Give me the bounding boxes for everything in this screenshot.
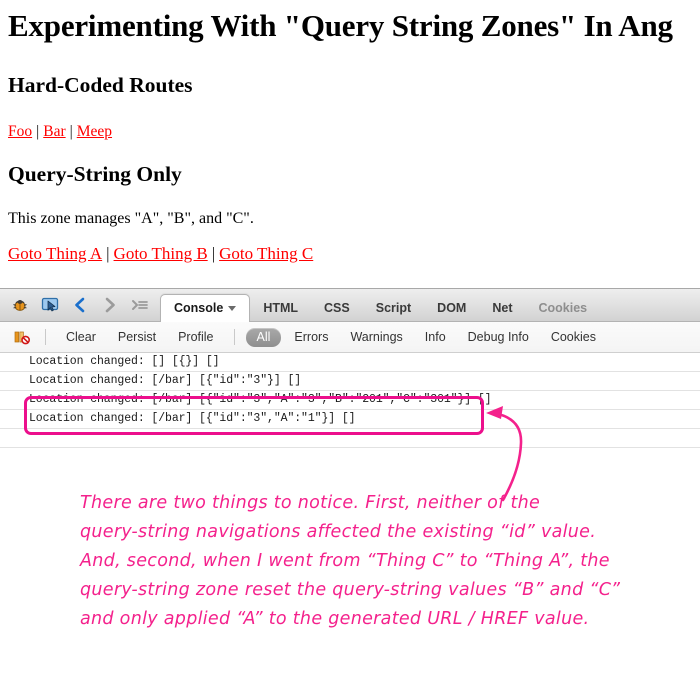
tab-console-label: Console bbox=[174, 301, 224, 315]
tab-html[interactable]: HTML bbox=[250, 295, 311, 321]
console-log-row-empty[interactable] bbox=[0, 429, 700, 448]
forward-arrow-icon[interactable] bbox=[96, 292, 124, 318]
break-on-error-icon[interactable] bbox=[8, 324, 36, 350]
zone-description: This zone manages "A", "B", and "C". bbox=[8, 210, 254, 227]
filter-info-button[interactable]: Info bbox=[414, 330, 457, 344]
tab-dom[interactable]: DOM bbox=[424, 295, 479, 321]
tab-net[interactable]: Net bbox=[479, 295, 525, 321]
link-foo[interactable]: Foo bbox=[8, 123, 32, 140]
tab-cookies[interactable]: Cookies bbox=[526, 295, 601, 321]
firebug-tab-bar: Console HTML CSS Script DOM Net Cookies bbox=[0, 289, 700, 322]
link-separator: | bbox=[211, 244, 216, 263]
back-arrow-icon[interactable] bbox=[66, 292, 94, 318]
console-persist-button[interactable]: Persist bbox=[107, 330, 167, 344]
filter-errors-button[interactable]: Errors bbox=[283, 330, 339, 344]
query-string-zone-links: Goto Thing A | Goto Thing B | Goto Thing C bbox=[8, 245, 313, 263]
link-bar[interactable]: Bar bbox=[43, 123, 65, 140]
console-log-list[interactable]: Location changed: [] [{}] [] Location ch… bbox=[0, 353, 700, 448]
page-title: Experimenting With "Query String Zones" … bbox=[8, 8, 673, 43]
link-goto-thing-c[interactable]: Goto Thing C bbox=[219, 244, 313, 263]
link-meep[interactable]: Meep bbox=[77, 123, 112, 140]
hard-coded-route-links: Foo | Bar | Meep bbox=[8, 123, 112, 141]
firebug-panel: Console HTML CSS Script DOM Net Cookies … bbox=[0, 288, 700, 683]
firebug-tabs: Console HTML CSS Script DOM Net Cookies bbox=[160, 289, 601, 322]
option-divider bbox=[233, 329, 235, 345]
link-separator: | bbox=[36, 123, 40, 140]
firebug-bug-icon[interactable] bbox=[6, 292, 34, 318]
filter-warnings-button[interactable]: Warnings bbox=[339, 330, 413, 344]
link-goto-thing-b[interactable]: Goto Thing B bbox=[114, 244, 208, 263]
chevron-down-icon[interactable] bbox=[228, 306, 237, 312]
firebug-icon-group bbox=[0, 289, 154, 321]
link-separator: | bbox=[106, 244, 110, 263]
heading-hard-coded-routes: Hard-Coded Routes bbox=[8, 73, 193, 97]
link-goto-thing-a[interactable]: Goto Thing A bbox=[8, 244, 102, 263]
filter-debug-info-button[interactable]: Debug Info bbox=[457, 330, 540, 344]
tab-console[interactable]: Console bbox=[160, 294, 251, 322]
console-clear-button[interactable]: Clear bbox=[55, 330, 107, 344]
link-separator: | bbox=[69, 123, 73, 140]
tab-css[interactable]: CSS bbox=[311, 295, 363, 321]
jump-to-icon[interactable] bbox=[126, 292, 154, 318]
console-log-row[interactable]: Location changed: [] [{}] [] bbox=[0, 353, 700, 372]
tab-script[interactable]: Script bbox=[363, 295, 424, 321]
console-log-row[interactable]: Location changed: [/bar] [{"id":"3","A":… bbox=[0, 391, 700, 410]
browser-page-content: Experimenting With "Query String Zones" … bbox=[0, 0, 700, 286]
console-log-row[interactable]: Location changed: [/bar] [{"id":"3","A":… bbox=[0, 410, 700, 429]
filter-all-button[interactable]: All bbox=[245, 327, 282, 347]
filter-cookies-button[interactable]: Cookies bbox=[540, 330, 607, 344]
firebug-console-option-bar: Clear Persist Profile All Errors Warning… bbox=[0, 322, 700, 353]
option-divider bbox=[45, 329, 46, 345]
inspect-element-icon[interactable] bbox=[36, 292, 64, 318]
console-log-row[interactable]: Location changed: [/bar] [{"id":"3"}] [] bbox=[0, 372, 700, 391]
console-profile-button[interactable]: Profile bbox=[167, 330, 224, 344]
heading-query-string-only: Query-String Only bbox=[8, 162, 182, 186]
